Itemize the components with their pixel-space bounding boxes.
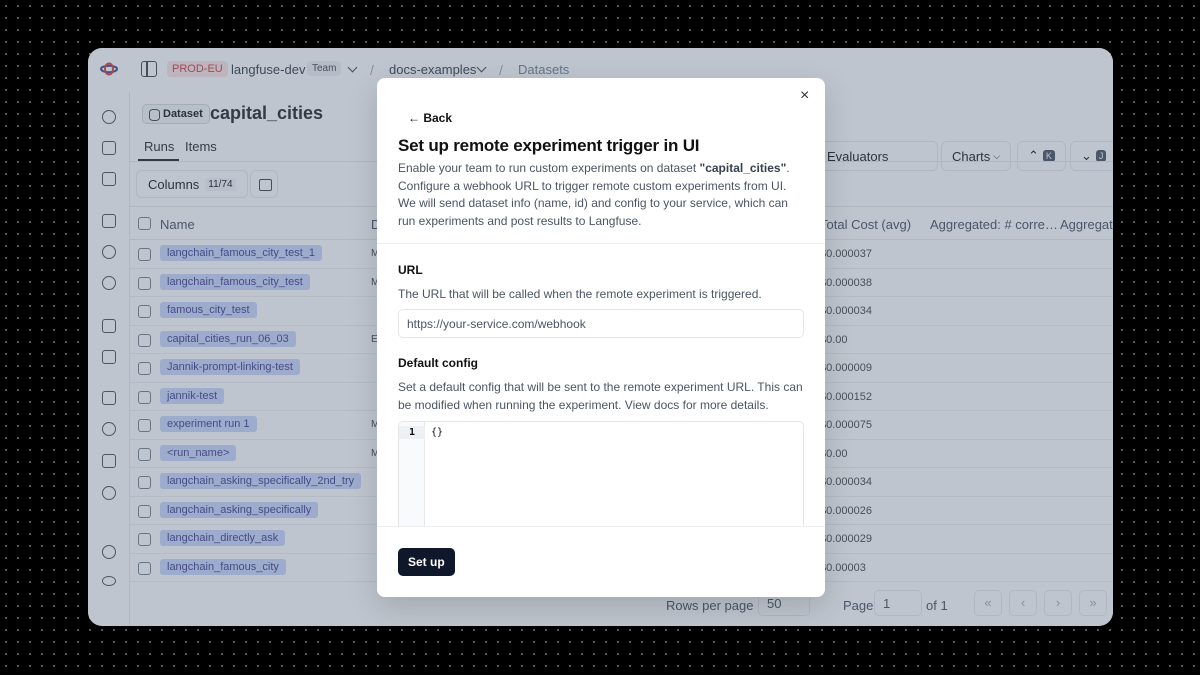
editor-gutter <box>399 422 425 540</box>
url-label: URL <box>398 263 423 277</box>
webhook-url-input[interactable] <box>398 309 804 338</box>
back-button[interactable]: ← Back <box>408 111 452 125</box>
dialog-divider <box>377 243 825 244</box>
setup-button[interactable]: Set up <box>398 548 455 576</box>
close-icon[interactable]: × <box>800 88 809 104</box>
modal-overlay[interactable]: × ← Back Set up remote experiment trigge… <box>0 0 1200 675</box>
editor-code[interactable]: {} <box>431 427 443 438</box>
url-help-text: The URL that will be called when the rem… <box>398 287 762 301</box>
remote-experiment-dialog: × ← Back Set up remote experiment trigge… <box>377 78 825 597</box>
dialog-title: Set up remote experiment trigger in UI <box>398 136 700 155</box>
line-number: 1 <box>399 426 425 439</box>
desc-dataset-name: "capital_cities" <box>699 161 787 175</box>
default-config-help-text: Set a default config that will be sent t… <box>398 380 803 412</box>
default-config-label: Default config <box>398 356 478 370</box>
dialog-description: Enable your team to run custom experimen… <box>398 160 803 230</box>
config-code-editor[interactable]: 1 {} <box>398 421 804 541</box>
desc-prefix: Enable your team to run custom experimen… <box>398 161 700 175</box>
